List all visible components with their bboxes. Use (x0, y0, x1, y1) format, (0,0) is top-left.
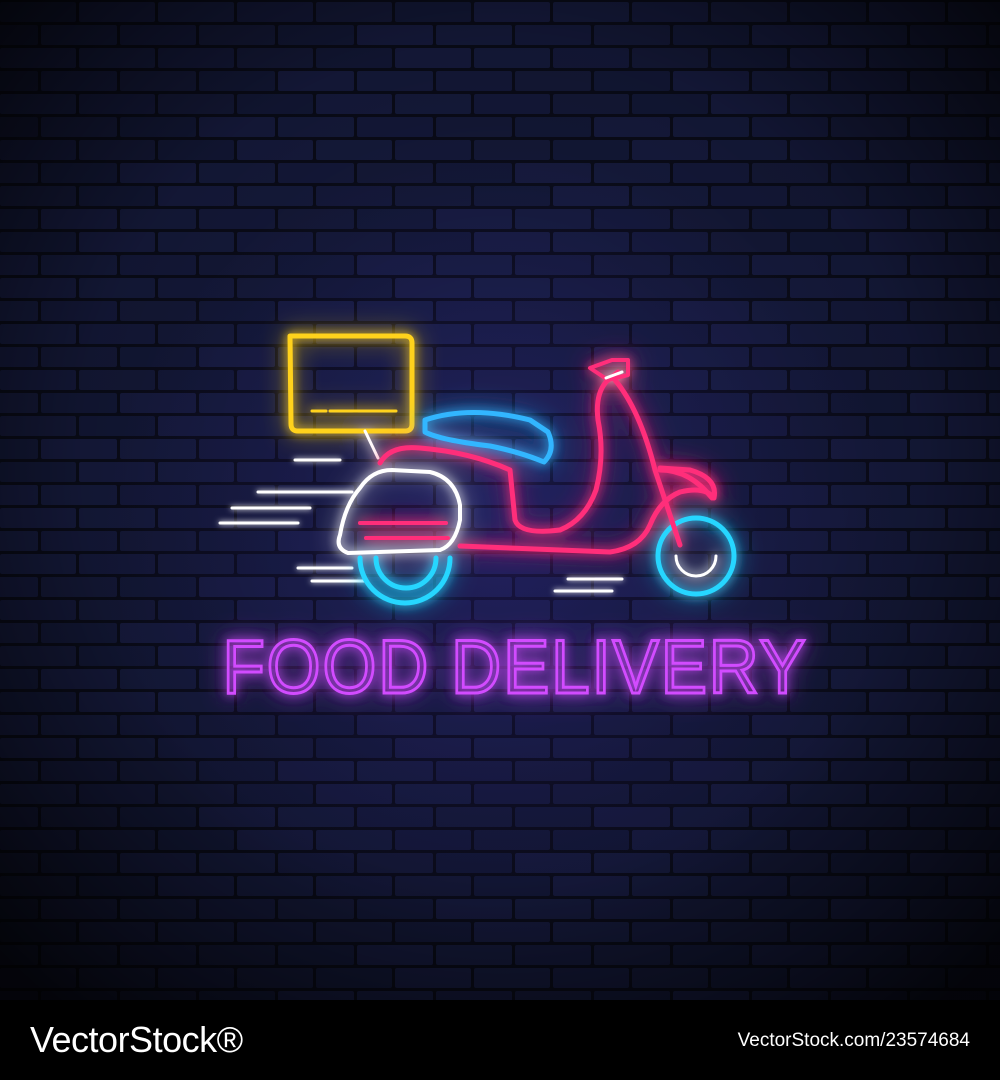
watermark-image-id: VectorStock.com/23574684 (737, 1030, 970, 1051)
sign-text: FOOD DELIVERY (223, 625, 808, 710)
watermark-brand: VectorStock® (30, 1019, 243, 1060)
neon-sign-scene: FOOD DELIVERY (0, 0, 1000, 1000)
image-canvas: FOOD DELIVERY VectorStock® VectorStock.c… (0, 0, 1000, 1080)
watermark-bar: VectorStock® VectorStock.com/23574684 (0, 1000, 1000, 1080)
